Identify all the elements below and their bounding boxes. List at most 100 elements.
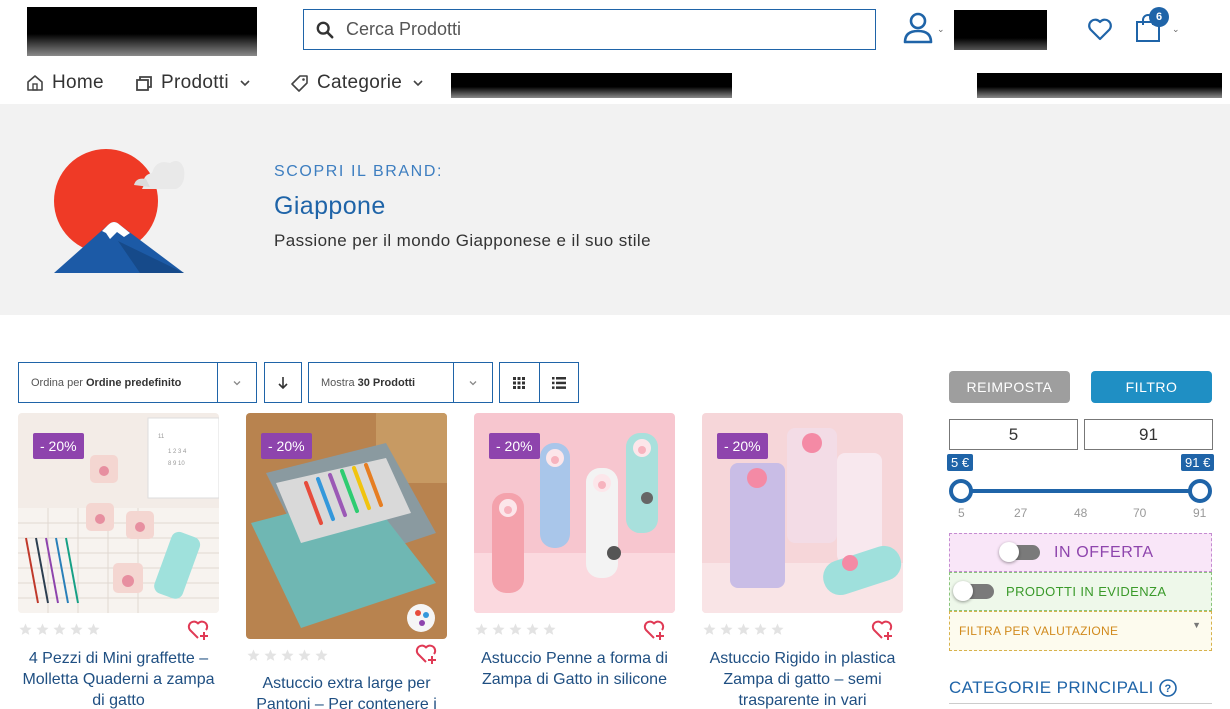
slider-tick-label: 48 bbox=[1074, 506, 1088, 520]
chevron-down-icon bbox=[413, 80, 423, 87]
arrow-down-icon bbox=[278, 376, 288, 389]
star-icon bbox=[703, 623, 716, 635]
reset-filters-button[interactable]: REIMPOSTA bbox=[949, 371, 1070, 403]
star-icon bbox=[247, 649, 260, 661]
slider-tick-label: 27 bbox=[1014, 506, 1028, 520]
main-categories-title: CATEGORIE PRINCIPALI ? bbox=[949, 678, 1177, 698]
price-min-tooltip: 5 € bbox=[947, 454, 974, 471]
slider-tick-label: 70 bbox=[1133, 506, 1147, 520]
chevron-down-icon[interactable] bbox=[218, 378, 256, 388]
nav-categories-label: Categorie bbox=[317, 72, 403, 93]
featured-toggle[interactable] bbox=[953, 581, 994, 601]
star-icon bbox=[543, 623, 556, 635]
nav-products-label: Prodotti bbox=[161, 72, 229, 93]
search-input[interactable] bbox=[346, 19, 826, 40]
per-page-label: Mostra 30 Prodotti bbox=[309, 377, 453, 389]
star-icon bbox=[509, 623, 522, 635]
home-icon bbox=[27, 75, 43, 91]
product-title[interactable]: Astuccio Rigido in plastica Zampa di gat… bbox=[702, 648, 903, 709]
nav-item-redacted[interactable] bbox=[451, 73, 732, 98]
product-image[interactable]: 11 1 2 3 4 8 9 10 - 20% bbox=[18, 413, 219, 613]
star-icon bbox=[70, 623, 83, 635]
star-icon bbox=[53, 623, 66, 635]
product-title[interactable]: Astuccio Penne a forma di Zampa di Gatto… bbox=[474, 648, 675, 690]
account-icon[interactable] bbox=[903, 12, 933, 44]
product-card[interactable]: - 20% bbox=[474, 413, 675, 613]
price-slider-max-handle[interactable] bbox=[1188, 479, 1212, 503]
product-image[interactable]: - 20% bbox=[246, 413, 447, 639]
product-image[interactable]: - 20% bbox=[702, 413, 903, 613]
cart-count-badge: 6 bbox=[1149, 7, 1169, 27]
featured-filter[interactable]: PRODOTTI IN EVIDENZA bbox=[949, 572, 1212, 611]
product-card[interactable]: 11 1 2 3 4 8 9 10 - 20% bbox=[18, 413, 219, 613]
featured-label: PRODOTTI IN EVIDENZA bbox=[1006, 584, 1167, 599]
discount-badge: - 20% bbox=[717, 433, 768, 459]
rating-stars bbox=[475, 623, 556, 636]
add-to-wishlist-icon[interactable] bbox=[871, 619, 895, 641]
slider-tick-label: 5 bbox=[958, 506, 965, 520]
price-slider-track[interactable] bbox=[961, 489, 1200, 493]
on-sale-filter[interactable]: IN OFFERTA bbox=[949, 533, 1212, 572]
per-page-select[interactable]: Mostra 30 Prodotti bbox=[308, 362, 493, 403]
star-icon bbox=[492, 623, 505, 635]
rating-filter-dropdown[interactable]: FILTRA PER VALUTAZIONE ▼ bbox=[949, 611, 1212, 651]
brand-banner: SCOPRI IL BRAND: Giappone Passione per i… bbox=[0, 104, 1230, 315]
list-view-button[interactable] bbox=[539, 363, 578, 402]
star-icon bbox=[264, 649, 277, 661]
star-icon bbox=[771, 623, 784, 635]
add-to-wishlist-icon[interactable] bbox=[643, 619, 667, 641]
star-icon bbox=[281, 649, 294, 661]
nav-item-products[interactable]: Prodotti bbox=[135, 72, 251, 94]
chevron-down-icon[interactable]: ⌄ bbox=[1172, 24, 1180, 35]
sort-direction-button[interactable] bbox=[264, 362, 302, 403]
brand-name: Giappone bbox=[274, 192, 386, 220]
discount-badge: - 20% bbox=[261, 433, 312, 459]
price-max-tooltip: 91 € bbox=[1181, 454, 1215, 471]
chevron-down-icon bbox=[240, 80, 250, 87]
product-title[interactable]: 4 Pezzi di Mini graffette – Molletta Qua… bbox=[18, 648, 219, 709]
star-icon bbox=[720, 623, 733, 635]
star-icon bbox=[315, 649, 328, 661]
sort-prefix: Ordina per bbox=[31, 376, 83, 389]
site-logo-redacted[interactable] bbox=[27, 7, 257, 56]
grid-icon bbox=[513, 376, 526, 389]
list-icon bbox=[551, 376, 566, 389]
chevron-down-icon[interactable]: ⌄ bbox=[937, 24, 945, 35]
star-icon bbox=[19, 623, 32, 635]
nav-item-home[interactable]: Home bbox=[26, 72, 104, 94]
product-card[interactable]: - 20% bbox=[702, 413, 903, 613]
per-page-prefix: Mostra bbox=[321, 376, 355, 389]
product-card[interactable]: - 20% bbox=[246, 413, 447, 639]
sort-value: Ordine predefinito bbox=[85, 376, 182, 389]
grid-view-button[interactable] bbox=[500, 363, 539, 402]
add-to-wishlist-icon[interactable] bbox=[187, 619, 211, 641]
search-icon bbox=[316, 21, 334, 38]
sort-label: Ordina per Ordine predefinito bbox=[19, 377, 217, 389]
nav-home-label: Home bbox=[52, 72, 104, 93]
help-icon[interactable]: ? bbox=[1158, 679, 1177, 697]
nav-item-categories[interactable]: Categorie bbox=[291, 72, 424, 94]
apply-filter-button[interactable]: FILTRO bbox=[1091, 371, 1212, 403]
price-slider-min-handle[interactable] bbox=[949, 479, 973, 503]
discount-badge: - 20% bbox=[489, 433, 540, 459]
brand-kicker: SCOPRI IL BRAND: bbox=[274, 163, 444, 180]
wishlist-heart-icon[interactable] bbox=[1087, 17, 1113, 41]
chevron-down-icon[interactable] bbox=[454, 378, 492, 388]
add-to-wishlist-icon[interactable] bbox=[415, 643, 439, 665]
star-icon bbox=[87, 623, 100, 635]
product-title[interactable]: Astuccio extra large per Pantoni – Per c… bbox=[246, 673, 447, 709]
price-min-input[interactable]: 5 bbox=[949, 419, 1078, 450]
star-icon bbox=[36, 623, 49, 635]
search-bar[interactable] bbox=[303, 9, 876, 50]
slider-tick-label: 91 bbox=[1193, 506, 1207, 520]
nav-item-redacted[interactable] bbox=[977, 73, 1222, 98]
product-image[interactable]: - 20% bbox=[474, 413, 675, 613]
dropdown-caret-icon: ▼ bbox=[1192, 620, 1201, 630]
sort-select[interactable]: Ordina per Ordine predefinito bbox=[18, 362, 257, 403]
rating-stars bbox=[703, 623, 784, 636]
rating-filter-label: FILTRA PER VALUTAZIONE bbox=[959, 624, 1119, 638]
on-sale-label: IN OFFERTA bbox=[1054, 543, 1154, 561]
main-categories-label: CATEGORIE PRINCIPALI bbox=[949, 678, 1154, 697]
price-max-input[interactable]: 91 bbox=[1084, 419, 1213, 450]
on-sale-toggle[interactable] bbox=[999, 542, 1040, 562]
